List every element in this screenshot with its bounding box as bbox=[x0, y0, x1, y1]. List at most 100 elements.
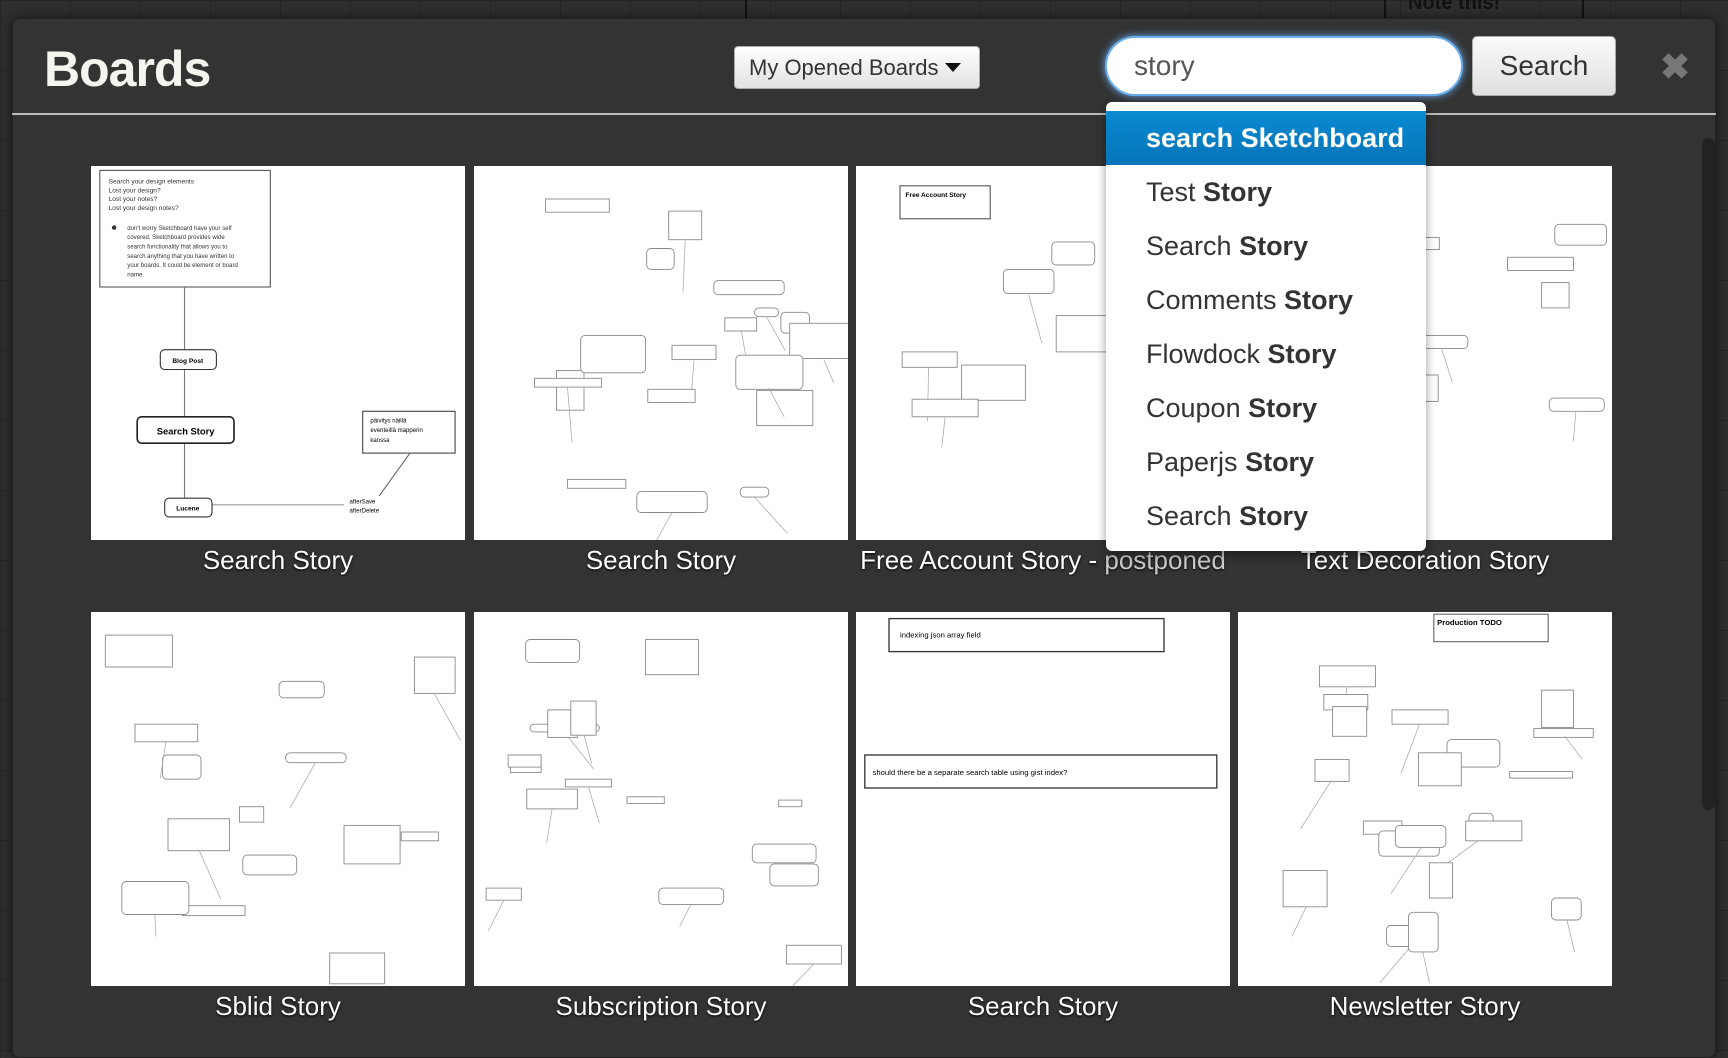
sketch-element bbox=[1554, 223, 1607, 246]
sketch-element bbox=[1465, 820, 1523, 842]
search-button[interactable]: Search bbox=[1472, 36, 1616, 96]
sketch-element bbox=[1318, 665, 1376, 688]
board-thumbnail[interactable] bbox=[91, 612, 465, 986]
sketch-element bbox=[285, 752, 347, 764]
sketch-connector bbox=[679, 904, 692, 927]
sketch-text: päivitys näillä bbox=[370, 418, 407, 424]
sketch-text: search anything that you have written to bbox=[127, 254, 235, 260]
sketch-element bbox=[1282, 870, 1328, 908]
sketch-element bbox=[713, 279, 785, 296]
close-icon[interactable]: ✖ bbox=[1660, 46, 1690, 88]
board-title-text: Search Story bbox=[967, 991, 1119, 1021]
board-thumbnail[interactable]: Search your design elements Lost your des… bbox=[91, 166, 465, 540]
sketch-text: eventeillä mapperin bbox=[370, 428, 422, 434]
board-title[interactable]: Newsletter Story bbox=[1230, 991, 1620, 1022]
sketch-element bbox=[1055, 315, 1114, 353]
sketch-element bbox=[162, 754, 202, 780]
sketch-text: afterSave bbox=[349, 500, 376, 506]
board-preview bbox=[104, 634, 461, 985]
sketch-element bbox=[545, 198, 610, 213]
scrollbar[interactable] bbox=[1702, 138, 1715, 810]
sketch-element bbox=[645, 639, 699, 676]
autocomplete-item-text: Search bbox=[1146, 501, 1240, 531]
sketch-element bbox=[668, 210, 703, 241]
sketch-element bbox=[636, 491, 708, 513]
sketch-text: Lost your design notes? bbox=[109, 205, 179, 212]
sketch-element bbox=[534, 377, 603, 388]
sketch-element bbox=[121, 881, 190, 915]
sketch-element bbox=[646, 248, 675, 270]
sketch-connector bbox=[691, 360, 695, 390]
search-autocomplete: search Sketchboard Test Story Search Story… bbox=[1106, 102, 1426, 551]
sketch-connector bbox=[198, 849, 222, 900]
autocomplete-item-match: Story bbox=[1284, 285, 1354, 315]
sketch-element bbox=[329, 952, 386, 985]
sketch-element bbox=[570, 700, 597, 736]
sketch-text: your boards. It could be element or boar… bbox=[127, 263, 238, 269]
board-thumbnail[interactable] bbox=[474, 612, 848, 998]
board-thumbnail[interactable] bbox=[474, 166, 860, 567]
board-title[interactable]: Search Story bbox=[848, 991, 1238, 1022]
board-title[interactable]: Search Story bbox=[466, 545, 856, 576]
board-title[interactable]: Subscription Story bbox=[466, 991, 856, 1022]
sketch-connector bbox=[941, 416, 946, 448]
autocomplete-item-text: Comments bbox=[1146, 285, 1285, 315]
sketch-element bbox=[167, 818, 231, 852]
board-title-text: Sblid Story bbox=[215, 991, 341, 1021]
sketch-text: Blog Post bbox=[172, 358, 204, 365]
autocomplete-item-text: search Sketchboard bbox=[1146, 123, 1405, 153]
sketch-text: Lucene bbox=[176, 505, 199, 512]
sketch-element bbox=[242, 854, 298, 876]
sketch-element bbox=[778, 799, 803, 808]
sketch-element bbox=[507, 754, 542, 768]
autocomplete-item[interactable]: Test Story bbox=[1106, 165, 1426, 219]
sketch-connector bbox=[1566, 919, 1575, 952]
sketch-element bbox=[658, 887, 725, 906]
autocomplete-item[interactable]: Comments Story bbox=[1106, 273, 1426, 327]
autocomplete-item-match: Story bbox=[1239, 231, 1309, 261]
autocomplete-item-text: Search bbox=[1146, 231, 1240, 261]
board-preview: Search your design elementsLost your des… bbox=[99, 169, 456, 518]
sketch-connector bbox=[682, 239, 686, 293]
autocomplete-item-text: Paperjs bbox=[1146, 447, 1246, 477]
sketch-element bbox=[1391, 709, 1449, 725]
sketch-connector bbox=[1300, 780, 1332, 829]
autocomplete-item[interactable]: Paperjs Story bbox=[1106, 435, 1426, 489]
sketch-element bbox=[1509, 771, 1573, 779]
sketch-element bbox=[961, 364, 1026, 401]
search-input[interactable] bbox=[1105, 36, 1463, 96]
board-preview: Production TODO bbox=[1282, 613, 1594, 983]
board-thumbnail[interactable]: Production TODO bbox=[1238, 612, 1612, 986]
board-title-text: Newsletter Story bbox=[1329, 991, 1521, 1021]
board-thumbnail[interactable]: indexing json array field should there b… bbox=[856, 612, 1230, 986]
autocomplete-item[interactable]: Search Story bbox=[1106, 219, 1426, 273]
sketch-connector bbox=[740, 329, 747, 357]
sketch-connector bbox=[641, 512, 673, 567]
sketch-connector bbox=[588, 786, 600, 824]
sketch-element bbox=[785, 944, 842, 965]
board-title[interactable]: Sblid Story bbox=[83, 991, 473, 1022]
sketch-text: search functionality that allows you to bbox=[127, 245, 228, 251]
sketch-element bbox=[567, 479, 627, 489]
sketch-element bbox=[901, 351, 958, 368]
sketch-text: indexing json array field bbox=[900, 630, 981, 639]
board-filter-label: My Opened Boards bbox=[749, 54, 939, 80]
sketch-element bbox=[239, 806, 265, 823]
autocomplete-item[interactable]: search Sketchboard bbox=[1106, 111, 1426, 165]
sketch-element bbox=[671, 344, 717, 361]
autocomplete-item-text: Flowdock bbox=[1146, 339, 1268, 369]
header-divider bbox=[12, 113, 1716, 115]
autocomplete-item[interactable]: Flowdock Story bbox=[1106, 327, 1426, 381]
sketch-text: afterDelete bbox=[349, 508, 379, 514]
sketch-text: Production TODO bbox=[1437, 618, 1502, 627]
autocomplete-item[interactable]: Search Story bbox=[1106, 489, 1426, 543]
sketch-connector bbox=[289, 762, 316, 808]
sketch-element bbox=[278, 680, 325, 699]
board-title[interactable]: Search Story bbox=[83, 545, 473, 576]
sketch-connector bbox=[754, 496, 788, 534]
sketch-connector bbox=[1441, 348, 1453, 383]
board-filter-dropdown[interactable]: My Opened Boards bbox=[734, 46, 980, 89]
autocomplete-item[interactable]: Coupon Story bbox=[1106, 381, 1426, 435]
page-title: Boards bbox=[44, 41, 211, 97]
sketch-connector bbox=[1564, 736, 1583, 760]
